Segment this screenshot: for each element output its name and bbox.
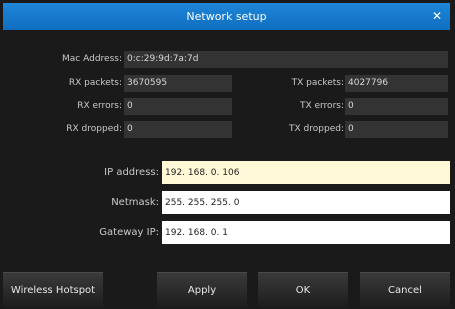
rx-packets-value: 3670595	[124, 75, 232, 92]
tx-packets-value: 4027796	[345, 75, 448, 92]
ok-button[interactable]: OK	[258, 272, 348, 307]
close-icon[interactable]: ✕	[432, 3, 442, 30]
ip-address-label: IP address:	[104, 167, 159, 178]
rx-packets-label: RX packets:	[68, 78, 122, 88]
rx-dropped-value: 0	[124, 121, 232, 138]
rx-errors-value: 0	[124, 98, 232, 115]
tx-packets-label: TX packets:	[291, 78, 344, 88]
rx-errors-label: RX errors:	[77, 101, 122, 111]
tx-errors-label: TX errors:	[299, 101, 344, 111]
ip-address-input[interactable]	[162, 161, 450, 184]
wireless-hotspot-button[interactable]: Wireless Hotspot	[3, 272, 103, 307]
tx-errors-value: 0	[345, 98, 448, 115]
mac-address-label: Mac Address:	[62, 54, 122, 64]
netmask-label: Netmask:	[111, 197, 159, 208]
rx-dropped-label: RX dropped:	[66, 124, 122, 134]
dialog-title: Network setup	[186, 10, 267, 23]
tx-dropped-value: 0	[345, 121, 448, 138]
mac-address-value: 0:c:29:9d:7a:7d	[124, 51, 448, 68]
tx-dropped-label: TX dropped:	[289, 124, 344, 134]
gateway-ip-input[interactable]	[162, 221, 450, 244]
cancel-button[interactable]: Cancel	[360, 272, 450, 307]
title-bar: Network setup ✕	[3, 3, 450, 30]
network-setup-dialog: Network setup ✕ Mac Address: 0:c:29:9d:7…	[0, 0, 455, 309]
apply-button[interactable]: Apply	[157, 272, 247, 307]
gateway-ip-label: Gateway IP:	[99, 227, 159, 238]
netmask-input[interactable]	[162, 191, 450, 214]
